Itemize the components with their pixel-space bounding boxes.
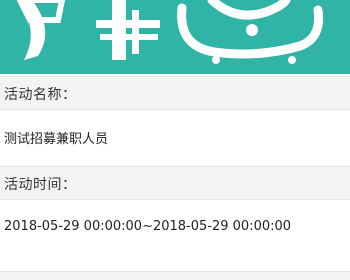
activity-name-row: 测试招募兼职人员 — [0, 110, 350, 166]
activity-time-header: 活动时间： — [0, 166, 350, 200]
activity-time-label: 活动时间： — [4, 177, 77, 193]
activity-time-row: 2018-05-29 00:00:00~2018-05-29 00:00:00 — [0, 200, 350, 271]
activity-name-label: 活动名称： — [4, 87, 77, 103]
logo-illustration-icon — [16, 0, 324, 64]
activity-time-value: 2018-05-29 00:00:00~2018-05-29 00:00:00 — [4, 219, 292, 234]
activity-name-header: 活动名称： — [0, 76, 350, 110]
bottom-divider — [0, 271, 350, 280]
activity-name-value: 测试招募兼职人员 — [4, 132, 109, 147]
header-banner — [0, 0, 350, 74]
